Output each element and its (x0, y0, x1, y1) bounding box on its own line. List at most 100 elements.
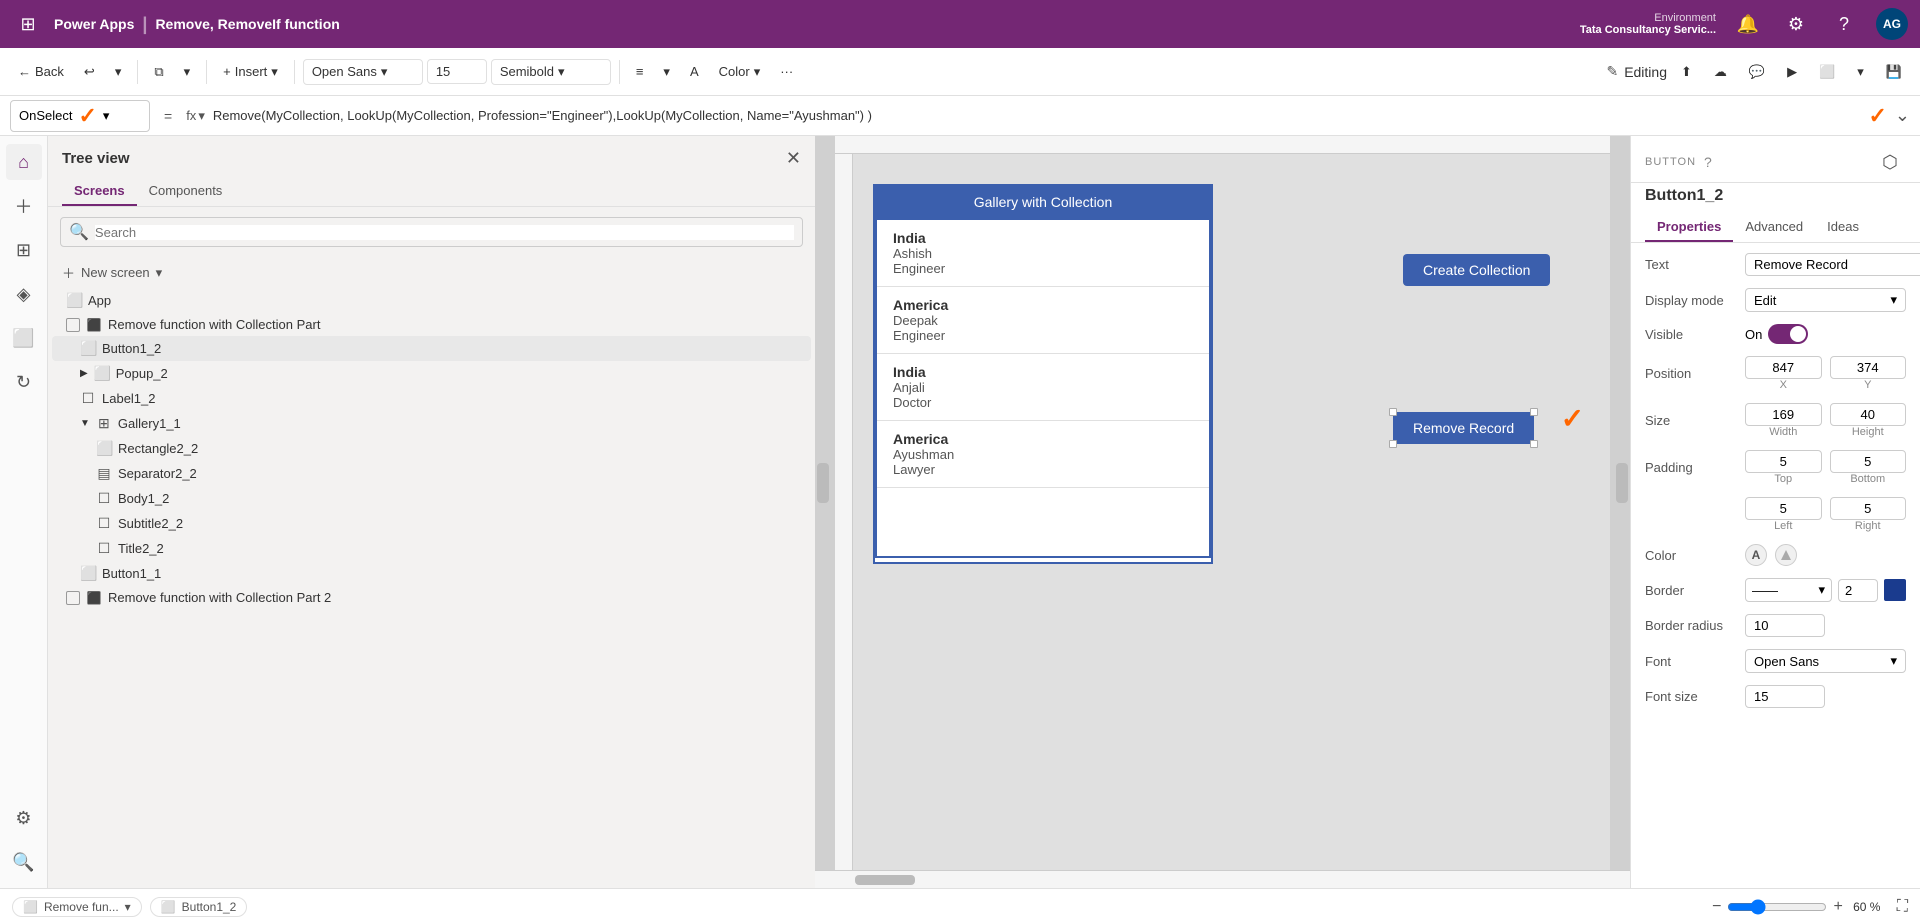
save-button[interactable]: 💾 (1878, 60, 1910, 84)
fontweight-dropdown[interactable]: Semibold ▾ (491, 59, 611, 85)
tab-properties[interactable]: Properties (1645, 213, 1733, 242)
help-icon[interactable]: ? (1828, 8, 1860, 40)
tree-item-button1-1[interactable]: ⬜ Button1_1 (52, 561, 811, 586)
tree-item-subtitle2-2[interactable]: ☐ Subtitle2_2 (52, 511, 811, 536)
canvas-scroll-left[interactable] (815, 136, 835, 870)
fullscreen-button[interactable]: ⛶ (1897, 898, 1908, 916)
property-selector[interactable]: OnSelect ✓ ▾ (10, 100, 150, 132)
play-button[interactable]: ▶ (1779, 60, 1805, 84)
notification-icon[interactable]: 🔔 (1732, 8, 1764, 40)
tab-ideas[interactable]: Ideas (1815, 213, 1871, 242)
border-radius-input[interactable] (1745, 614, 1825, 637)
create-collection-button[interactable]: Create Collection (1403, 254, 1550, 286)
settings-icon[interactable]: ⚙ (1780, 8, 1812, 40)
border-width-input[interactable] (1838, 579, 1878, 602)
tree-item-popup2[interactable]: ▶ ⬜ Popup_2 (52, 361, 811, 386)
right-panel-expand-icon[interactable]: ⬡ (1874, 146, 1906, 178)
tree-item-app[interactable]: ⬜ App (52, 288, 811, 313)
close-panel-button[interactable]: ✕ (786, 148, 801, 169)
back-button[interactable]: ← Back (10, 60, 72, 83)
insert-icon[interactable]: ＋ (6, 188, 42, 224)
pos-y-input[interactable] (1830, 356, 1907, 379)
canvas-scroll-right[interactable] (1610, 136, 1630, 870)
handle-tl[interactable] (1389, 408, 1397, 416)
zoom-out-button[interactable]: − (1712, 898, 1721, 916)
new-screen-chevron: ▾ (156, 265, 163, 281)
align-button[interactable]: ≡ (628, 60, 652, 83)
size-width-input[interactable] (1745, 403, 1822, 426)
padding-right-input[interactable] (1830, 497, 1907, 520)
more-button[interactable]: ··· (772, 60, 801, 83)
size-height-input[interactable] (1830, 403, 1907, 426)
handle-tr[interactable] (1530, 408, 1538, 416)
zoom-in-button[interactable]: + (1833, 898, 1842, 916)
screen-chip-chevron: ▾ (125, 900, 131, 914)
text-format-button[interactable]: A (682, 60, 707, 83)
undo-button[interactable]: ↩ (76, 60, 103, 84)
variables-icon[interactable]: ◈ (6, 276, 42, 312)
padding-left-input[interactable] (1745, 497, 1822, 520)
tab-screens[interactable]: Screens (62, 177, 137, 206)
canvas-inner: Gallery with Collection India Ashish Eng… (835, 136, 1610, 870)
fontsize-dropdown[interactable]: 15 (427, 59, 487, 84)
color-text-icon[interactable]: A (1745, 544, 1767, 566)
tree-item-screen1[interactable]: ⬛ Remove function with Collection Part (52, 313, 811, 336)
tab-advanced[interactable]: Advanced (1733, 213, 1815, 242)
tree-item-sep2-2[interactable]: ▤ Separator2_2 (52, 461, 811, 486)
padding-bottom-input[interactable] (1830, 450, 1907, 473)
scroll-thumb-h[interactable] (855, 875, 915, 885)
formula-input[interactable] (213, 108, 1861, 123)
data-icon[interactable]: ⊞ (6, 232, 42, 268)
tree-item-title2-2[interactable]: ☐ Title2_2 (52, 536, 811, 561)
align-dropdown[interactable]: ▾ (655, 60, 678, 84)
button1-2-label: Button1_2 (102, 341, 777, 356)
undo-dropdown[interactable]: ▾ (107, 60, 130, 84)
color-fill-icon[interactable] (1775, 544, 1797, 566)
new-screen-button[interactable]: ＋ New screen ▾ (48, 257, 815, 288)
settings-side-icon[interactable]: ⚙ (6, 800, 42, 836)
pos-x-input[interactable] (1745, 356, 1822, 379)
tab-components[interactable]: Components (137, 177, 235, 206)
comment-button[interactable]: 💬 (1741, 60, 1773, 84)
grid-icon[interactable]: ⊞ (12, 8, 44, 40)
insert-button[interactable]: + Insert ▾ (215, 60, 286, 84)
displaymode-dropdown[interactable]: Edit ▾ (1745, 288, 1906, 312)
tree-item-label1-2[interactable]: ☐ Label1_2 (52, 386, 811, 411)
cloud-button[interactable]: ☁ (1706, 60, 1735, 84)
remove-record-button[interactable]: Remove Record (1393, 412, 1534, 444)
text-prop-input[interactable] (1745, 253, 1920, 276)
screen-chip[interactable]: ⬜ Remove fun... ▾ (12, 897, 142, 917)
search-side-icon[interactable]: 🔍 (6, 844, 42, 880)
status-right: − + 60 % ⛶ (1712, 898, 1908, 916)
copy-button[interactable]: ⧉ (146, 60, 171, 84)
border-style-dropdown[interactable]: —— ▾ (1745, 578, 1832, 602)
tree-item-screen2[interactable]: ⬛ Remove function with Collection Part 2 (52, 586, 811, 609)
home-icon[interactable]: ⌂ (6, 144, 42, 180)
zoom-slider[interactable] (1727, 899, 1827, 915)
font-dropdown[interactable]: Open Sans ▾ (303, 59, 423, 85)
expand-icon[interactable]: ⌄ (1895, 105, 1910, 126)
handle-bl[interactable] (1389, 440, 1397, 448)
font-prop-dropdown[interactable]: Open Sans ▾ (1745, 649, 1906, 673)
fontsize-prop-input[interactable] (1745, 685, 1825, 708)
handle-br[interactable] (1530, 440, 1538, 448)
color-button[interactable]: Color ▾ (711, 60, 769, 84)
tree-item-button1-2[interactable]: ⬜ Button1_2 ··· (52, 336, 811, 361)
media-icon[interactable]: ⬜ (6, 320, 42, 356)
border-color-swatch[interactable] (1884, 579, 1906, 601)
powerautomate-icon[interactable]: ↻ (6, 364, 42, 400)
padding-top-input[interactable] (1745, 450, 1822, 473)
component-chip[interactable]: ⬜ Button1_2 (150, 897, 248, 917)
tree-item-gallery1-1[interactable]: ▼ ⊞ Gallery1_1 (52, 411, 811, 436)
visible-toggle[interactable] (1768, 324, 1808, 344)
copy-dropdown[interactable]: ▾ (176, 60, 199, 84)
avatar: AG (1876, 8, 1908, 40)
search-input[interactable] (95, 225, 794, 240)
preview-button[interactable]: ⬜ (1811, 60, 1843, 84)
environment-label: Environment (1654, 12, 1716, 24)
preview-dropdown[interactable]: ▾ (1849, 60, 1872, 84)
tree-item-rect2-2[interactable]: ⬜ Rectangle2_2 (52, 436, 811, 461)
back-arrow-icon: ← (18, 64, 31, 79)
tree-item-body1-2[interactable]: ☐ Body1_2 (52, 486, 811, 511)
share-button[interactable]: ⬆ (1673, 60, 1700, 84)
